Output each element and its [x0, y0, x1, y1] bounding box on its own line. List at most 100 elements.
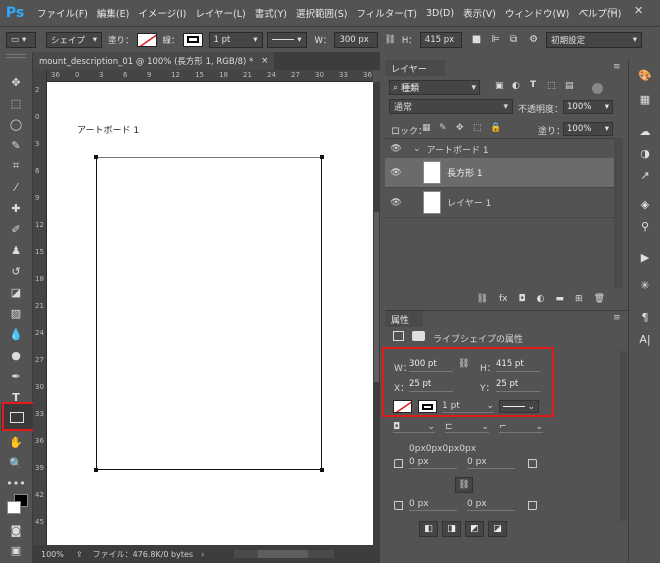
anchor-point-bottom-right[interactable]	[320, 468, 324, 472]
stroke-caps-select[interactable]: ⊏ ⌄	[445, 421, 489, 433]
filter-type-icon[interactable]: T	[530, 80, 536, 90]
styles-panel-icon[interactable]: ↗	[636, 166, 654, 184]
layer-name[interactable]: 長方形 1	[447, 166, 483, 179]
layer-fill-field[interactable]: 100% ▾	[563, 122, 613, 136]
menu-filter[interactable]: フィルター(T)	[356, 6, 417, 20]
menu-view[interactable]: 表示(V)	[463, 6, 496, 20]
minimize-icon[interactable]: ─	[582, 6, 588, 17]
lock-image-icon[interactable]: ✎	[439, 123, 447, 133]
document-tab[interactable]: mount_description_01 @ 100% (長方形 1, RGB/…	[33, 52, 275, 70]
layer-row-layer-1[interactable]: 👁 レイヤー 1	[385, 188, 614, 218]
layers-scrollbar[interactable]	[614, 138, 623, 288]
lock-all-icon[interactable]: 🔒	[490, 123, 501, 133]
height-field[interactable]: 415 px	[419, 31, 462, 48]
vertical-ruler[interactable]: 2 0 3 6 9 12 15 18 21 24 27 30 33 36 39 42 45	[33, 70, 47, 545]
anchor-point-top-right[interactable]	[320, 155, 324, 159]
character-panel-icon[interactable]: A|	[636, 330, 654, 348]
foreground-color-swatch[interactable]	[7, 501, 21, 514]
lock-artboard-icon[interactable]: ⬚	[473, 123, 482, 133]
lock-transparent-icon[interactable]: ▦	[422, 123, 431, 133]
color-panel-icon[interactable]: 🎨	[636, 66, 654, 84]
width-field[interactable]: 300 px	[334, 31, 379, 48]
delete-layer-icon[interactable]: 🗑	[594, 294, 605, 304]
eraser-tool-icon[interactable]: ◪	[5, 282, 27, 302]
gradient-tool-icon[interactable]: ▨	[5, 303, 27, 323]
filter-smart-object-icon[interactable]: ▤	[565, 81, 574, 91]
dodge-tool-icon[interactable]: ●	[5, 345, 27, 365]
path-combine-button[interactable]: ◧	[419, 521, 438, 537]
adjustments-panel-icon[interactable]: ◑	[636, 144, 654, 162]
mask-properties-icon[interactable]	[412, 331, 425, 341]
adjustment-layer-icon[interactable]: ◐	[537, 294, 545, 304]
blend-mode-select[interactable]: 通常 ▾	[389, 99, 513, 114]
path-operations-icon[interactable]: ■	[472, 34, 481, 45]
menu-edit[interactable]: 編集(E)	[97, 6, 129, 20]
rectangle-shape-1[interactable]	[96, 157, 322, 470]
layer-row-rectangle-1[interactable]: 👁 長方形 1	[385, 158, 614, 188]
pen-tool-icon[interactable]: ✒	[5, 366, 27, 386]
path-intersect-button[interactable]: ◩	[465, 521, 484, 537]
path-arrangement-icon[interactable]: ⧉	[510, 34, 517, 45]
history-brush-tool-icon[interactable]: ↺	[5, 261, 27, 281]
stroke-type-select[interactable]: ▾	[266, 31, 307, 48]
horizontal-ruler[interactable]: 36 0 3 6 9 12 15 18 21 24 27 30 33 36	[47, 70, 373, 82]
eyedropper-tool-icon[interactable]: ⁄	[5, 177, 27, 197]
filter-toggle-icon[interactable]	[592, 83, 603, 94]
file-info[interactable]: ファイル：476.8K/0 bytes	[93, 549, 194, 560]
filter-shape-icon[interactable]: ⬚	[547, 81, 556, 91]
layer-style-icon[interactable]: fx	[499, 294, 508, 304]
share-icon[interactable]: ⇪	[76, 550, 83, 559]
filter-pixel-icon[interactable]: ▣	[495, 81, 504, 91]
stroke-width-field[interactable]: 1 pt ▾	[208, 31, 263, 48]
link-icon[interactable]: ⛓	[384, 35, 395, 45]
stroke-corners-select[interactable]: ⌐ ⌄	[499, 421, 543, 433]
stroke-swatch[interactable]	[182, 32, 203, 47]
layer-filter-select[interactable]: ⌕ 種類 ▾	[389, 80, 480, 95]
zoom-level[interactable]: 100%	[41, 550, 64, 559]
brush-tool-icon[interactable]: ✐	[5, 219, 27, 239]
lock-position-icon[interactable]: ✥	[456, 123, 464, 133]
artboard-group-name[interactable]: アートボード 1	[427, 143, 489, 156]
corner-br-field[interactable]: 0 px	[467, 499, 515, 511]
anchor-point-bottom-left[interactable]	[94, 468, 98, 472]
shape-properties-icon[interactable]	[393, 331, 404, 341]
properties-scrollbar[interactable]	[620, 351, 627, 521]
horizontal-scrollbar-thumb[interactable]	[258, 550, 309, 558]
channels-panel-icon[interactable]: ◈	[636, 195, 654, 213]
move-tool-icon[interactable]: ✥	[5, 72, 27, 92]
path-exclude-button[interactable]: ◪	[488, 521, 507, 537]
fill-swatch[interactable]	[136, 32, 157, 47]
menu-layer[interactable]: レイヤー(L)	[195, 6, 245, 20]
close-tab-icon[interactable]: ×	[261, 56, 268, 66]
document-canvas[interactable]: アートボード 1	[47, 82, 373, 545]
new-layer-icon[interactable]: ⊞	[575, 294, 583, 304]
corner-tl-field[interactable]: 0 px	[409, 457, 457, 469]
menu-file[interactable]: ファイル(F)	[37, 6, 88, 20]
layer-name[interactable]: レイヤー 1	[447, 196, 491, 209]
visibility-eye-icon[interactable]: 👁	[385, 144, 407, 154]
anchor-point-top-left[interactable]	[94, 155, 98, 159]
link-layers-icon[interactable]: ⛓	[477, 294, 488, 304]
quick-mask-icon[interactable]: ◙	[5, 520, 27, 540]
new-group-icon[interactable]: ▬	[556, 294, 565, 304]
menu-type[interactable]: 書式(Y)	[255, 6, 287, 20]
chevron-down-icon[interactable]: ⌄	[413, 144, 421, 154]
lasso-tool-icon[interactable]: ◯	[5, 114, 27, 134]
screen-mode-icon[interactable]: ▣	[5, 540, 27, 560]
hand-tool-icon[interactable]: ✋	[5, 432, 27, 452]
link-corners-button[interactable]: ⛓	[455, 477, 473, 493]
swatches-panel-icon[interactable]: ▦	[636, 90, 654, 108]
artboard-group-row[interactable]: 👁 ⌄ アートボード 1	[385, 138, 614, 160]
scrollbar-thumb[interactable]	[374, 212, 379, 382]
paragraph-panel-icon[interactable]: ¶	[636, 308, 654, 326]
zoom-tool-icon[interactable]: 🔍	[5, 453, 27, 473]
visibility-eye-icon[interactable]: 👁	[385, 168, 407, 178]
chevron-right-icon[interactable]: ›	[201, 550, 204, 559]
tool-preset-picker[interactable]: ▭ ▾	[6, 31, 36, 48]
corner-tr-field[interactable]: 0 px	[467, 457, 515, 469]
marquee-tool-icon[interactable]: ⬚	[5, 93, 27, 113]
clone-stamp-tool-icon[interactable]: ♟	[5, 240, 27, 260]
workspace-select[interactable]: 初期設定 ▾	[546, 31, 643, 48]
menu-select[interactable]: 選択範囲(S)	[296, 6, 347, 20]
shape-mode-select[interactable]: シェイプ ▾	[46, 31, 102, 48]
